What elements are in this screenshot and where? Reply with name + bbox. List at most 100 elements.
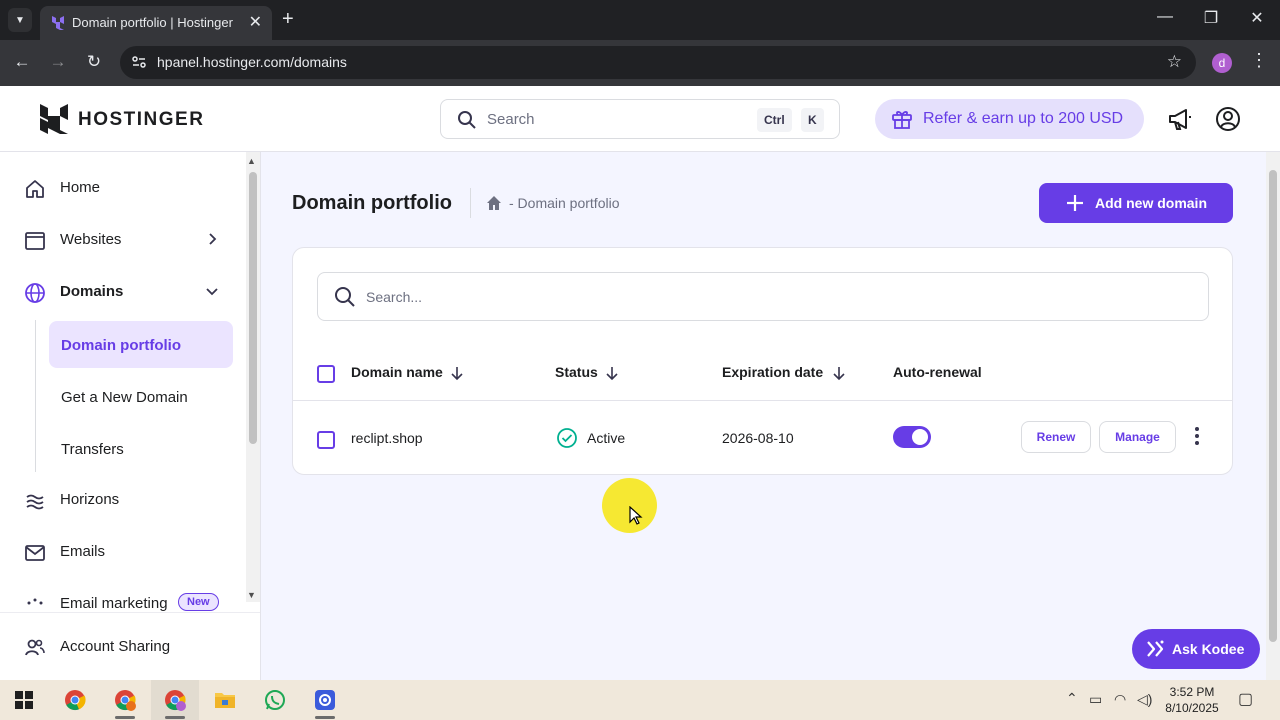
clock-date: 8/10/2025 <box>1165 701 1219 715</box>
running-indicator <box>115 716 135 719</box>
restore-icon[interactable]: ❐ <box>1196 8 1226 28</box>
renew-button[interactable]: Renew <box>1021 421 1091 453</box>
tab-search-button[interactable]: ▼ <box>8 8 32 32</box>
sidebar-scroll-thumb[interactable] <box>249 172 257 444</box>
auto-renewal-toggle[interactable] <box>893 426 931 448</box>
site-settings-icon[interactable] <box>130 53 148 71</box>
taskbar-whatsapp[interactable] <box>251 680 299 720</box>
refer-earn-button[interactable]: Refer & earn up to 200 USD <box>875 99 1144 139</box>
ask-kodee-label: Ask Kodee <box>1172 641 1245 657</box>
home-icon <box>26 180 44 198</box>
notifications-icon[interactable]: ▢ <box>1238 689 1253 709</box>
domain-search-placeholder: Search... <box>366 289 423 305</box>
shortcut-k: K <box>801 108 824 132</box>
refer-label: Refer & earn up to 200 USD <box>923 110 1124 127</box>
taskbar-clock[interactable]: 3:52 PM 8/10/2025 <box>1160 684 1224 716</box>
megaphone-icon[interactable] <box>1167 106 1193 132</box>
column-header-domain-name[interactable]: Domain name <box>351 364 443 380</box>
add-new-domain-button[interactable]: Add new domain <box>1039 183 1233 223</box>
check-circle-icon <box>557 428 577 448</box>
column-header-status[interactable]: Status <box>555 364 598 380</box>
taskbar-recorder-app[interactable] <box>301 680 349 720</box>
kodee-ai-icon <box>1147 640 1164 657</box>
sidebar-item-emails[interactable]: Emails <box>0 530 245 574</box>
sort-arrow-down-icon[interactable] <box>450 365 464 381</box>
sidebar-item-horizons[interactable]: Horizons <box>0 478 245 522</box>
sidebar-item-domains[interactable]: Domains <box>0 270 245 314</box>
wifi-icon[interactable]: ◠ <box>1114 691 1126 708</box>
sidebar-item-label: Email marketing <box>60 595 168 612</box>
domain-name-cell[interactable]: reclipt.shop <box>351 430 423 446</box>
ask-kodee-button[interactable]: Ask Kodee <box>1132 629 1260 669</box>
row-checkbox[interactable] <box>317 431 335 449</box>
scroll-down-arrow-icon[interactable]: ▼ <box>247 590 256 600</box>
browser-menu-icon[interactable]: ⋮ <box>1250 50 1268 71</box>
manage-button[interactable]: Manage <box>1099 421 1176 453</box>
new-tab-icon[interactable]: + <box>282 8 294 31</box>
sidebar-item-websites[interactable]: Websites <box>0 218 245 262</box>
taskbar-chrome[interactable] <box>51 680 99 720</box>
windows-taskbar: ⌃ ▭ ◠ ◁) 3:52 PM 8/10/2025 ▢ <box>0 680 1280 720</box>
shortcut-ctrl: Ctrl <box>757 108 792 132</box>
sort-arrow-down-icon[interactable] <box>605 365 619 381</box>
omnibox[interactable]: hpanel.hostinger.com/domains ☆ <box>120 46 1196 79</box>
bookmark-star-icon[interactable]: ☆ <box>1167 52 1182 72</box>
browser-tab-bar: ▼ Domain portfolio | Hostinger ✕ + — ❐ ✕ <box>0 0 1280 40</box>
search-icon <box>335 287 355 307</box>
page-scroll-thumb[interactable] <box>1269 170 1277 642</box>
volume-icon[interactable]: ◁) <box>1137 691 1152 708</box>
taskbar-chrome-profile-n[interactable] <box>101 680 149 720</box>
forward-icon[interactable]: → <box>46 52 70 72</box>
header-divider <box>293 400 1232 401</box>
status-cell: Active <box>587 430 626 446</box>
running-indicator <box>165 716 185 719</box>
tab-title: Domain portfolio | Hostinger <box>72 15 233 30</box>
breadcrumb-home-icon[interactable] <box>485 194 503 212</box>
page-title: Domain portfolio <box>292 192 452 214</box>
taskbar-chrome-profile-d[interactable] <box>151 680 199 720</box>
chevron-down-icon <box>206 288 218 296</box>
column-header-expiration-date[interactable]: Expiration date <box>722 364 823 380</box>
column-header-auto-renewal: Auto-renewal <box>893 364 982 380</box>
tray-overflow-icon[interactable]: ⌃ <box>1066 690 1078 707</box>
globe-icon <box>25 283 45 303</box>
sidebar-item-home[interactable]: Home <box>0 166 245 210</box>
expiration-date-cell: 2026-08-10 <box>722 430 794 446</box>
taskbar-file-explorer[interactable] <box>201 680 249 720</box>
tab-close-icon[interactable]: ✕ <box>249 12 262 32</box>
start-button[interactable] <box>0 680 48 720</box>
sidebar-subitem-label: Get a New Domain <box>61 389 188 406</box>
close-window-icon[interactable]: ✕ <box>1242 8 1272 28</box>
minimize-icon[interactable]: — <box>1150 8 1180 26</box>
gift-icon <box>892 111 912 129</box>
account-icon[interactable] <box>1215 106 1241 132</box>
breadcrumb: - Domain portfolio <box>509 195 620 211</box>
browser-tab[interactable]: Domain portfolio | Hostinger ✕ <box>40 6 272 40</box>
sort-arrow-down-icon[interactable] <box>832 365 846 381</box>
search-icon <box>458 111 476 129</box>
scroll-up-arrow-icon[interactable]: ▲ <box>247 156 256 166</box>
sidebar-subitem-domain-portfolio[interactable]: Domain portfolio <box>49 321 233 368</box>
brand-name: HOSTINGER <box>78 109 205 130</box>
reload-icon[interactable]: ↻ <box>82 52 106 72</box>
global-search-input[interactable]: Search Ctrl K <box>440 99 840 139</box>
mail-icon <box>25 545 45 561</box>
domain-search-input[interactable]: Search... <box>317 272 1209 321</box>
add-new-domain-label: Add new domain <box>1095 195 1207 211</box>
sidebar-item-account-sharing[interactable]: Account Sharing <box>0 625 245 669</box>
profile-avatar[interactable]: d <box>1212 53 1232 73</box>
app-header: HOSTINGER Search Ctrl K Refer & earn up … <box>0 86 1280 152</box>
mouse-pointer-icon <box>629 506 643 525</box>
back-icon[interactable]: ← <box>10 52 34 72</box>
sidebar: Home Websites Domains Domain portfolio G… <box>0 152 261 680</box>
hostinger-favicon-icon <box>52 16 64 30</box>
battery-icon[interactable]: ▭ <box>1089 691 1102 708</box>
select-all-checkbox[interactable] <box>317 365 335 383</box>
whatsapp-icon <box>265 690 285 710</box>
sidebar-subitem-transfers[interactable]: Transfers <box>49 425 233 472</box>
browser-window-icon <box>25 232 45 250</box>
more-options-icon[interactable] <box>1193 424 1201 448</box>
sidebar-subitem-get-new-domain[interactable]: Get a New Domain <box>49 373 233 420</box>
address-bar: ← → ↻ hpanel.hostinger.com/domains ☆ d ⋮ <box>0 40 1280 86</box>
domains-table-card: Search... Domain name Status Expiration … <box>292 247 1233 475</box>
